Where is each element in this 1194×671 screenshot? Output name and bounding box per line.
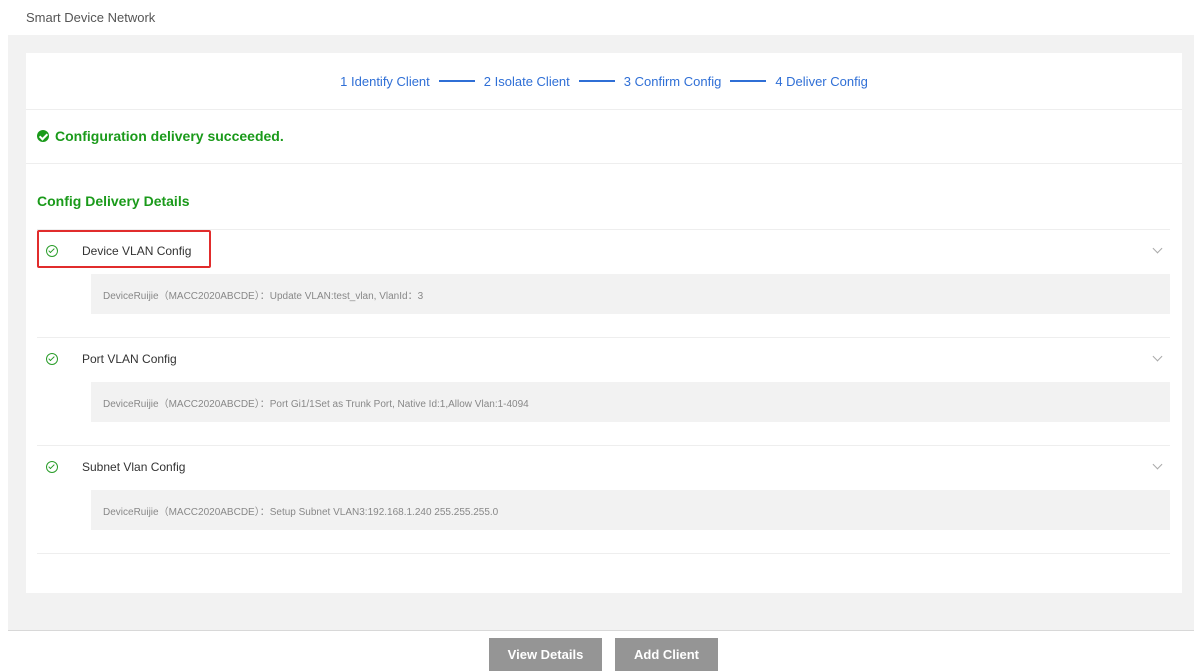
chevron-down-icon[interactable] <box>1152 459 1163 470</box>
item-header[interactable]: Port VLAN Config <box>37 338 1170 382</box>
detail-box: DeviceRuijie（MACC2020ABCDE）：Update VLAN:… <box>91 274 1170 314</box>
detail-box: DeviceRuijie（MACC2020ABCDE）：Port Gi1/1Se… <box>91 382 1170 422</box>
detail-text: DeviceRuijie（MACC2020ABCDE）：Setup Subnet… <box>103 506 499 518</box>
item-label: Subnet Vlan Config <box>82 460 186 474</box>
item-label: Port VLAN Config <box>82 352 177 366</box>
step-confirm-config: 3 Confirm Config <box>623 73 722 89</box>
add-client-button[interactable]: Add Client <box>615 638 718 671</box>
step-indicator: 1 Identify Client 2 Isolate Client 3 Con… <box>26 53 1182 110</box>
item-label: Device VLAN Config <box>82 244 192 258</box>
step-connector <box>438 80 475 82</box>
chevron-down-icon[interactable] <box>1152 351 1163 362</box>
config-item-port-vlan: Port VLAN Config DeviceRuijie（MACC2020AB… <box>37 337 1170 446</box>
divider <box>37 553 1170 554</box>
detail-text: DeviceRuijie（MACC2020ABCDE）：Port Gi1/1Se… <box>103 398 529 410</box>
check-circle-icon <box>46 353 58 365</box>
check-circle-icon <box>46 461 58 473</box>
status-message: Configuration delivery succeeded. <box>55 128 284 144</box>
check-circle-icon <box>46 245 58 257</box>
config-item-device-vlan: Device VLAN Config DeviceRuijie（MACC2020… <box>37 229 1170 338</box>
detail-box: DeviceRuijie（MACC2020ABCDE）：Setup Subnet… <box>91 490 1170 530</box>
footer-divider <box>8 630 1194 631</box>
status-banner: Configuration delivery succeeded. <box>26 109 1182 164</box>
step-connector <box>578 80 615 82</box>
step-isolate-client: 2 Isolate Client <box>483 73 570 89</box>
detail-text: DeviceRuijie（MACC2020ABCDE）：Update VLAN:… <box>103 290 424 302</box>
success-check-icon <box>37 130 49 142</box>
item-header[interactable]: Subnet Vlan Config <box>37 446 1170 490</box>
step-deliver-config: 4 Deliver Config <box>775 73 868 89</box>
step-identify-client: 1 Identify Client <box>340 73 430 89</box>
step-connector <box>730 80 767 82</box>
view-details-button[interactable]: View Details <box>489 638 602 671</box>
section-title: Config Delivery Details <box>37 193 190 209</box>
page-title: Smart Device Network <box>26 10 156 25</box>
item-header[interactable]: Device VLAN Config <box>37 230 1170 274</box>
chevron-down-icon[interactable] <box>1152 243 1163 254</box>
config-card: 1 Identify Client 2 Isolate Client 3 Con… <box>26 53 1182 593</box>
config-item-subnet-vlan: Subnet Vlan Config DeviceRuijie（MACC2020… <box>37 445 1170 554</box>
